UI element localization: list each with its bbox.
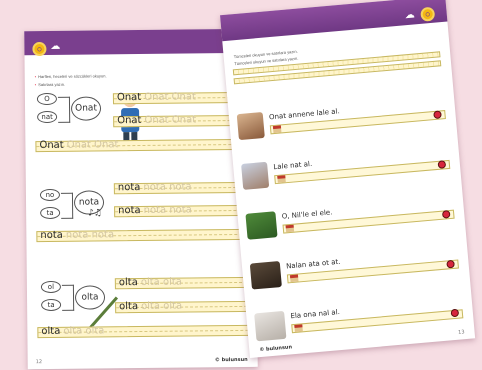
photo-children-playing [245, 211, 278, 240]
right-page: ☁ ○ Tümceleri okuyun ve satırlara yazın.… [220, 0, 476, 359]
right-top-band [220, 0, 448, 42]
writing-line: olta olta olta [114, 277, 253, 290]
page-number: 12 [35, 359, 43, 366]
music-note-icon: ♪♫ [88, 208, 103, 219]
sentence-5: Ela ona nal al. [290, 308, 341, 321]
left-page: ○ ☁ ▯▯ •Harfleri, heceleri ve sözcükleri… [24, 28, 258, 370]
join-bracket [57, 96, 71, 123]
writing-line: nota nota nota [36, 228, 249, 243]
join-bracket [61, 284, 75, 311]
word-bubble: Onat [70, 96, 102, 121]
photo-horse [249, 261, 282, 290]
sentence-3: O, Nil'le el ele. [281, 208, 333, 221]
publisher-brand: © bulunsun [214, 356, 248, 364]
syllable-bubble: ta [40, 206, 61, 220]
house-icon [277, 175, 286, 183]
syllable-bubble: nat [37, 110, 58, 124]
photo-mother-child [236, 111, 265, 141]
syllable-bubble: no [39, 188, 61, 202]
instruction-2: • Satırlara yazın. [34, 81, 66, 88]
lamb-icon: ☁ [50, 40, 61, 52]
sentence-4: Nalan ata ot at. [285, 257, 341, 271]
writing-line: olta olta olta [37, 324, 250, 339]
join-bracket [60, 192, 74, 219]
syllable-bubble: O [36, 92, 58, 106]
sentence-2: Lale nat al. [273, 159, 313, 172]
house-icon [289, 274, 299, 283]
house-icon [294, 324, 303, 332]
photo-girl [241, 161, 270, 190]
instruction-1: • Harfleri, heceleri ve sözcükleri okuyun… [34, 73, 107, 80]
publisher-brand: © bulunsun [259, 344, 293, 354]
syllable-bubble: ol [40, 280, 61, 294]
writing-line: nota nota nota [114, 204, 253, 218]
word-bubble: olta [74, 285, 106, 310]
page-number: 13 [457, 329, 465, 336]
photo-girl-thinking [254, 310, 287, 342]
house-icon [272, 125, 282, 134]
house-icon [285, 224, 295, 233]
writing-line: Onat Onat Onat [35, 138, 248, 153]
syllable-bubble: ta [41, 298, 62, 312]
lamb-icon: ☁ [404, 9, 416, 22]
coin-icon: ○ [32, 41, 47, 57]
writing-line: nota nota nota [113, 181, 252, 195]
writing-line: olta olta olta [115, 301, 254, 314]
